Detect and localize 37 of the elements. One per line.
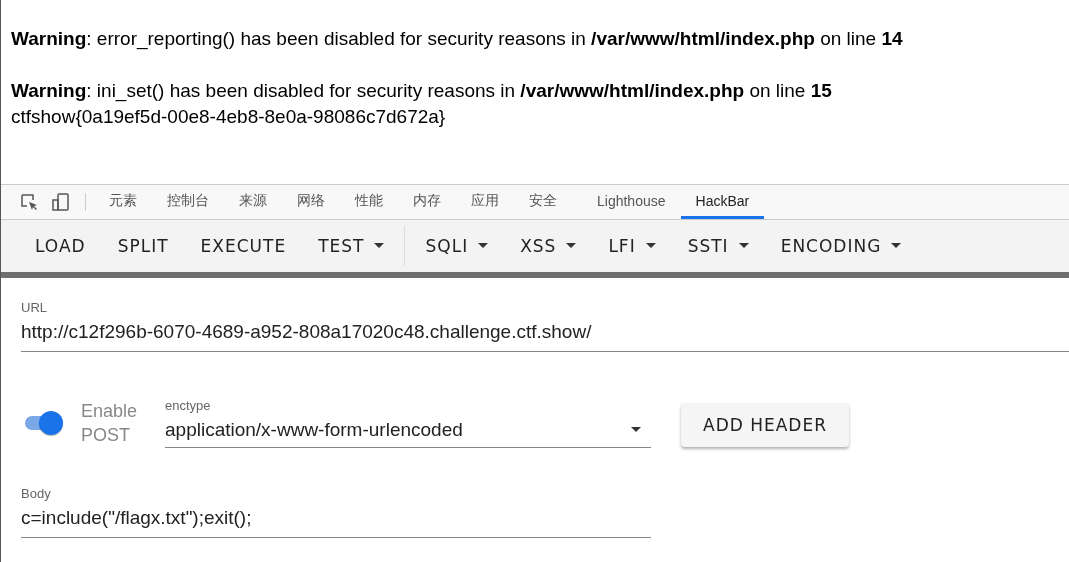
devtools-tab[interactable]: 元素 [94, 185, 152, 219]
field-label: enctype [165, 398, 212, 413]
menu-button[interactable]: TEST [302, 226, 401, 266]
caret-icon [478, 243, 489, 249]
flag-output: ctfshow{0a19ef5d-00e8-4eb8-8e0a-98086c7d672a} [11, 105, 447, 129]
menu-button[interactable]: LFI [592, 226, 672, 266]
warning-message: Warning: error_reporting() has been disabled for security reasons in /var/www/html/index.php on line 14 [11, 27, 904, 52]
toggle-label: Enable POST [81, 400, 139, 447]
menu-button[interactable]: XSS [504, 226, 593, 266]
toolbar-button[interactable]: SPLIT [101, 226, 185, 266]
warning-message: Warning: ini_set() has been disabled for security reasons in /var/www/html/index.php on line 15 [11, 79, 833, 104]
add-header-button[interactable]: ADD HEADER [681, 403, 849, 447]
toolbar-button[interactable]: EXECUTE [184, 226, 303, 266]
enctype-select[interactable]: application/x-www-form-urlencoded [165, 417, 651, 448]
devtools-tab[interactable]: 安全 [514, 185, 572, 219]
caret-icon [374, 243, 385, 249]
toolbar-button[interactable]: LOAD [19, 226, 102, 266]
caret-icon [645, 243, 656, 249]
caret-icon [738, 243, 749, 249]
devtools-tab[interactable]: 性能 [340, 185, 398, 219]
devtools-tab[interactable]: Lighthouse [582, 185, 681, 219]
field-label: Body [21, 486, 52, 501]
caret-icon [891, 243, 902, 249]
caret-icon [631, 427, 641, 433]
devtools-tab[interactable]: 控制台 [152, 185, 224, 219]
caret-icon [566, 243, 577, 249]
menu-button[interactable]: SQLI [409, 226, 505, 266]
devtools-tab[interactable]: 网络 [282, 185, 340, 219]
devtools-tab[interactable]: 应用 [456, 185, 514, 219]
menu-button[interactable]: SSTI [671, 226, 765, 266]
url-field[interactable]: http://c12f296b-6070-4689-a952-808a17020c48.challenge.ctf.show/ [21, 319, 1069, 352]
body-field[interactable]: c=include("/flagx.txt");exit(); [21, 505, 651, 538]
field-label: URL [21, 300, 48, 315]
post-toggle[interactable] [23, 410, 65, 436]
menu-button[interactable]: ENCODING [764, 226, 918, 266]
devtools-tab[interactable]: 内存 [398, 185, 456, 219]
devtools-tab[interactable]: 来源 [224, 185, 282, 219]
